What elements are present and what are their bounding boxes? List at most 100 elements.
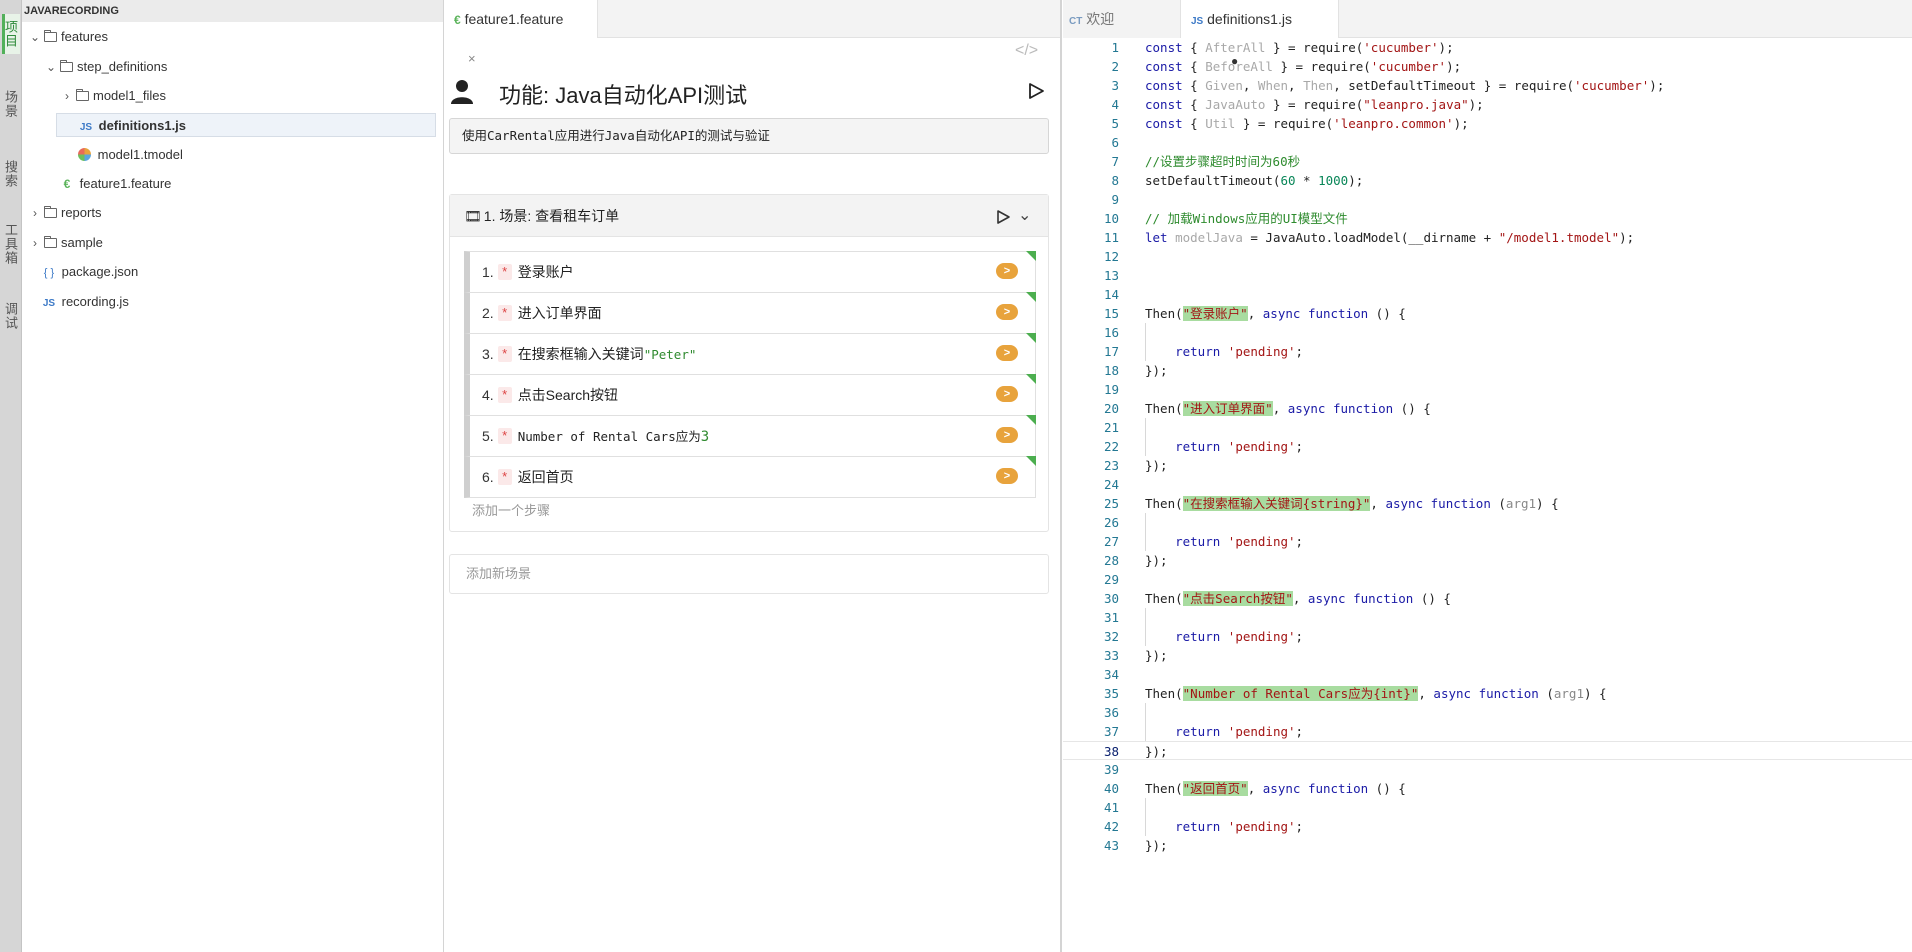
activity-tab-search[interactable]: 搜索 [2,154,20,194]
tree-item-model1-tmodel[interactable]: model1.tmodel [76,143,183,167]
code-line[interactable]: 18}); [1063,361,1912,380]
code-line[interactable]: 41 [1063,798,1912,817]
code-text: Then("进入订单界面", async function () { [1145,401,1431,416]
feature-description[interactable]: 使用CarRental应用进行Java自动化API的测试与验证 [449,118,1049,154]
step-row[interactable]: 5. * Number of Rental Cars应为3 > [464,415,1036,457]
code-line[interactable]: 31 [1063,608,1912,627]
add-step-button[interactable]: 添加一个步骤 [472,500,550,519]
code-line[interactable]: 36 [1063,703,1912,722]
step-row[interactable]: 6. * 返回首页 > [464,456,1036,498]
code-line[interactable]: 2 const { BeforeAll } = require('cucumber… [1063,57,1912,76]
line-number: 43 [1103,838,1119,853]
step-row[interactable]: 2. * 进入订单界面 > [464,292,1036,334]
code-line[interactable]: 10 // 加载Windows应用的UI模型文件 [1063,209,1912,228]
code-line[interactable]: 29 [1063,570,1912,589]
code-line[interactable]: 14 [1063,285,1912,304]
model-file-icon [78,148,91,161]
code-line[interactable]: 27 return 'pending'; [1063,532,1912,551]
step-row[interactable]: 1. * 登录账户 > [464,251,1036,293]
step-row[interactable]: 4. * 点击Search按钮 > [464,374,1036,416]
code-line[interactable]: 5 const { Util } = require('leanpro.commo… [1063,114,1912,133]
code-line[interactable]: 4 const { JavaAuto } = require("leanpro.j… [1063,95,1912,114]
go-to-definition-button[interactable]: > [996,427,1018,443]
code-line[interactable]: 40 Then("返回首页", async function () { [1063,779,1912,798]
line-number: 28 [1103,553,1119,568]
code-line[interactable]: 20 Then("进入订单界面", async function () { [1063,399,1912,418]
code-line[interactable]: 37 return 'pending'; [1063,722,1912,741]
chevron-right-icon: › [65,89,69,103]
tree-item-reports[interactable]: › reports [28,201,101,225]
run-scenario-play-icon[interactable] [995,209,1011,225]
code-line[interactable]: 23}); [1063,456,1912,475]
tree-item-package-json[interactable]: { } package.json [40,260,138,284]
code-text: Then("返回首页", async function () { [1145,781,1406,796]
code-line[interactable]: 6 [1063,133,1912,152]
code-line[interactable]: 12 [1063,247,1912,266]
code-line[interactable]: 24 [1063,475,1912,494]
activity-tab-project[interactable]: 项目 [2,14,20,54]
step-row[interactable]: 3. * 在搜索框输入关键词"Peter" > [464,333,1036,375]
tab-feature1-feature[interactable]: € feature1.feature × [444,0,598,66]
code-line[interactable]: 21 [1063,418,1912,437]
line-number: 42 [1103,819,1119,834]
code-line[interactable]: 15 Then("登录账户", async function () { [1063,304,1912,323]
indent-guide [1145,418,1146,437]
line-number: 38 [1103,744,1119,759]
go-to-definition-button[interactable]: > [996,263,1018,279]
activity-tab-toolbox[interactable]: 工具箱 [2,218,20,270]
tree-item-feature1-feature[interactable]: € feature1.feature [58,172,172,196]
tab-welcome[interactable]: CT 欢迎 [1063,0,1181,38]
tree-item-features[interactable]: ⌄ features [28,25,108,49]
go-to-definition-button[interactable]: > [996,345,1018,361]
code-line[interactable]: 39 [1063,760,1912,779]
code-line[interactable]: 16 [1063,323,1912,342]
code-line[interactable]: 32 return 'pending'; [1063,627,1912,646]
code-line[interactable]: 34 [1063,665,1912,684]
tree-item-recording-js[interactable]: JS recording.js [40,290,129,314]
run-feature-play-icon[interactable] [1027,82,1045,100]
code-line[interactable]: 22 return 'pending'; [1063,437,1912,456]
code-line[interactable]: 26 [1063,513,1912,532]
welcome-icon: CT [1069,16,1083,27]
code-line[interactable]: 43}); [1063,836,1912,855]
code-line[interactable]: 30 Then("点击Search按钮", async function () { [1063,589,1912,608]
line-number: 33 [1103,648,1119,663]
go-to-definition-button[interactable]: > [996,304,1018,320]
tree-item-model1-files[interactable]: › model1_files [60,84,166,108]
code-line[interactable]: 9 [1063,190,1912,209]
code-text: }); [1145,648,1168,663]
code-line[interactable]: 13 [1063,266,1912,285]
feature-title[interactable]: 功能: Java自动化API测试 [499,78,747,110]
activity-tab-scenario[interactable]: 场景 [2,84,20,124]
go-to-definition-button[interactable]: > [996,468,1018,484]
code-line[interactable]: 25 Then("在搜索框输入关键词{string}", async functi… [1063,494,1912,513]
code-line[interactable]: 42 return 'pending'; [1063,817,1912,836]
line-number: 36 [1103,705,1119,720]
code-line[interactable]: 1 const { AfterAll } = require('cucumber'… [1063,38,1912,57]
code-line[interactable]: 11 let modelJava = JavaAuto.loadModel(__d… [1063,228,1912,247]
code-line[interactable]: 33}); [1063,646,1912,665]
code-line[interactable]: 28}); [1063,551,1912,570]
scenario-title: 1. 场景: 查看租车订单 [483,208,620,224]
close-icon[interactable]: × [468,51,476,66]
activity-tab-debug[interactable]: 调试 [2,296,20,336]
code-line[interactable]: 19 [1063,380,1912,399]
code-view-toggle-icon[interactable]: </> [1015,42,1038,60]
code-line[interactable]: 8 setDefaultTimeout(60 * 1000); [1063,171,1912,190]
tab-definitions1-js[interactable]: JS definitions1.js ● [1181,0,1339,68]
go-to-definition-button[interactable]: > [996,386,1018,402]
code-line[interactable]: 17 return 'pending'; [1063,342,1912,361]
line-number: 12 [1103,249,1119,264]
chevron-down-icon[interactable]: ⌄ [1018,195,1031,237]
code-line[interactable]: 38}); [1063,741,1912,760]
add-scenario-button[interactable]: 添加新场景 [449,554,1049,594]
code-editor[interactable]: 1 const { AfterAll } = require('cucumber'… [1063,38,1912,855]
tree-item-step-definitions[interactable]: ⌄ step_definitions [44,55,167,79]
code-line[interactable]: 7 //设置步骤超时时间为60秒 [1063,152,1912,171]
code-line[interactable]: 35 Then("Number of Rental Cars应为{int}", a… [1063,684,1912,703]
scenario-header[interactable]: 🎞 1. 场景: 查看租车订单 ⌄ [450,195,1048,237]
tree-item-sample[interactable]: › sample [28,231,103,255]
code-line[interactable]: 3 const { Given, When, Then, setDefaultTi… [1063,76,1912,95]
line-number: 10 [1103,211,1119,226]
tree-item-definitions1-js[interactable]: JS definitions1.js [56,113,436,137]
